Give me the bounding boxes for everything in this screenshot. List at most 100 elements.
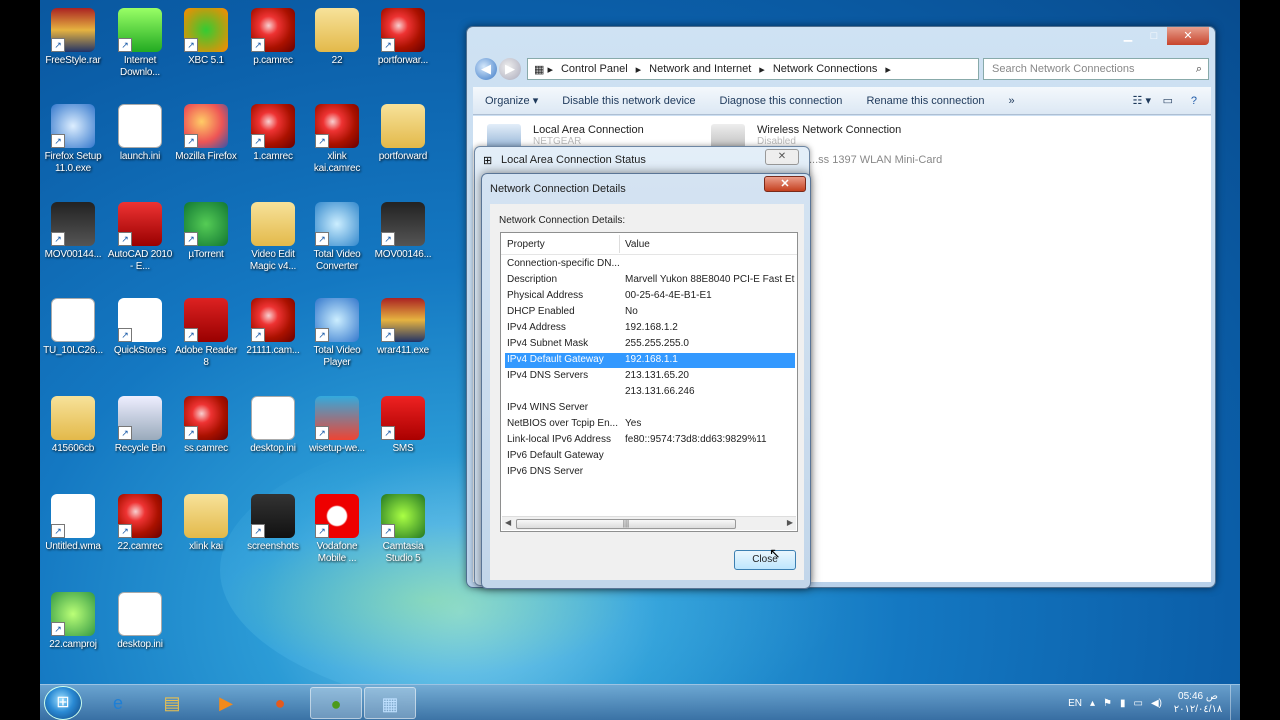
firefox-icon[interactable]: ● [254,687,306,719]
details-close-x-button[interactable]: ✕ [764,176,806,192]
desktop-shortcut[interactable]: 415606cb [40,396,106,455]
preview-pane-icon[interactable]: ▭ [1163,94,1173,107]
listview-row[interactable]: IPv4 WINS Server [505,401,795,416]
control-panel-taskbar-icon[interactable]: ▦ [364,687,416,719]
scroll-thumb[interactable]: ||| [516,519,736,529]
listview-row[interactable]: Connection-specific DN... [505,257,795,272]
desktop-shortcut[interactable]: Total Video Player [304,298,370,369]
desktop-shortcut[interactable]: Untitled.wma [40,494,106,553]
listview-row[interactable]: NetBIOS over Tcpip En... Yes [505,417,795,432]
listview-row[interactable]: IPv4 Default Gateway 192.168.1.1 [505,353,795,368]
desktop-shortcut[interactable]: Mozilla Firefox [173,104,239,163]
camtasia-taskbar-icon[interactable]: ● [310,687,362,719]
language-indicator[interactable]: EN [1068,698,1082,709]
listview-row[interactable]: IPv6 DNS Server [505,465,795,480]
search-input[interactable]: Search Network Connections ⌕ [983,58,1209,80]
column-separator[interactable] [619,235,620,253]
clock-time: 05:46 ﺹ [1178,691,1218,702]
more-commands-button[interactable]: » [996,95,1026,107]
network-icon[interactable]: ▭ [1134,698,1143,709]
details-listview[interactable]: Property Value Connection-specific DN...… [500,232,798,532]
desktop-shortcut[interactable]: Camtasia Studio 5 [370,494,436,565]
desktop-shortcut[interactable]: Adobe Reader 8 [173,298,239,369]
folder-icon [184,494,228,538]
desktop-shortcut[interactable]: 22.camrec [107,494,173,553]
show-hidden-icons[interactable]: ▴ [1090,698,1095,709]
listview-row[interactable]: Physical Address 00-25-64-4E-B1-E1 [505,289,795,304]
rename-button[interactable]: Rename this connection [854,95,996,107]
desktop-shortcut[interactable]: portforward [370,104,436,163]
desktop-shortcut[interactable]: 22 [304,8,370,67]
power-icon[interactable]: ▮ [1120,698,1126,709]
clock[interactable]: 05:46 ﺹ ٢٠١٢/٠٤/١٨ [1166,690,1230,716]
desktop-shortcut[interactable]: ss.camrec [173,396,239,455]
scroll-left-icon[interactable]: ◀ [505,518,511,527]
close-button[interactable]: Close [734,550,796,570]
listview-row[interactable]: IPv6 Default Gateway [505,449,795,464]
desktop-shortcut[interactable]: xlink kai [173,494,239,553]
camrec-icon [251,8,295,52]
desktop-shortcut[interactable]: Total Video Converter [304,202,370,273]
desktop-shortcut[interactable]: Internet Downlo... [107,8,173,79]
windows-explorer-icon[interactable]: ▤ [146,687,198,719]
desktop-shortcut[interactable]: µTorrent [173,202,239,261]
scroll-right-icon[interactable]: ▶ [787,518,793,527]
diagnose-button[interactable]: Diagnose this connection [708,95,855,107]
listview-row[interactable]: Description Marvell Yukon 88E8040 PCI-E F… [505,273,795,288]
desktop-shortcut[interactable]: p.camrec [240,8,306,67]
desktop-shortcut[interactable]: 1.camrec [240,104,306,163]
desktop-shortcut[interactable]: xlink kai.camrec [304,104,370,175]
listview-row[interactable]: IPv4 Address 192.168.1.2 [505,321,795,336]
breadcrumb-item[interactable]: Network Connections [773,63,878,75]
disable-device-button[interactable]: Disable this network device [550,95,707,107]
maximize-button[interactable]: □ [1141,27,1167,45]
status-close-button[interactable]: ✕ [765,149,799,165]
media-player-icon[interactable]: ▶ [200,687,252,719]
horizontal-scrollbar[interactable]: ◀ ||| ▶ [502,516,796,530]
desktop-shortcut[interactable]: MOV00146... [370,202,436,261]
desktop-shortcut[interactable]: Recycle Bin [107,396,173,455]
listview-row[interactable]: 213.131.66.246 [505,385,795,400]
breadcrumb-item[interactable]: Network and Internet [649,63,751,75]
listview-row[interactable]: Link-local IPv6 Address fe80::9574:73d8:d… [505,433,795,448]
desktop-shortcut[interactable]: Vodafone Mobile ... [304,494,370,565]
desktop-shortcut[interactable]: MOV00144... [40,202,106,261]
desktop-shortcut[interactable]: Video Edit Magic v4... [240,202,306,273]
desktop-shortcut[interactable]: wrar411.exe [370,298,436,357]
show-desktop-button[interactable] [1230,685,1240,720]
listview-row[interactable]: IPv4 Subnet Mask 255.255.255.0 [505,337,795,352]
organize-menu[interactable]: Organize ▾ [473,94,550,107]
back-button[interactable]: ◀ [475,58,497,80]
minimize-button[interactable]: ▁ [1115,27,1141,45]
help-icon[interactable]: ? [1191,95,1197,107]
close-window-button[interactable]: ✕ [1167,27,1209,45]
view-options-icon[interactable]: ☷ ▾ [1133,94,1151,107]
address-bar[interactable]: ▦ ▸ Control Panel ▸ Network and Internet… [527,58,979,80]
desktop-shortcut[interactable]: SMS [370,396,436,455]
listview-row[interactable]: IPv4 DNS Servers 213.131.65.20 [505,369,795,384]
desktop-shortcut[interactable]: QuickStores [107,298,173,357]
desktop-shortcut[interactable]: desktop.ini [240,396,306,455]
desktop-shortcut[interactable]: XBC 5.1 [173,8,239,67]
desktop-shortcut[interactable]: 22.camproj [40,592,106,651]
column-header-property[interactable]: Property [507,239,545,250]
action-center-icon[interactable]: ⚑ [1103,698,1112,709]
desktop-shortcut[interactable]: FreeStyle.rar [40,8,106,67]
desktop-shortcut[interactable]: wisetup-we... [304,396,370,455]
listview-row[interactable]: DHCP Enabled No [505,305,795,320]
column-header-value[interactable]: Value [625,239,650,250]
desktop-shortcut[interactable]: portforwar... [370,8,436,67]
desktop-shortcut[interactable]: Firefox Setup 11.0.exe [40,104,106,175]
desktop-shortcut[interactable]: launch.ini [107,104,173,163]
breadcrumb-separator: ▸ [759,63,765,76]
desktop-shortcut[interactable]: screenshots [240,494,306,553]
start-button[interactable]: ⊞ [44,686,82,720]
forward-button[interactable]: ▶ [499,58,521,80]
desktop-shortcut[interactable]: AutoCAD 2010 - E... [107,202,173,273]
internet-explorer-icon[interactable]: e [92,687,144,719]
desktop-shortcut[interactable]: TU_10LC26... [40,298,106,357]
desktop-shortcut[interactable]: desktop.ini [107,592,173,651]
volume-icon[interactable]: ◀) [1151,698,1162,709]
desktop-shortcut[interactable]: 21111.cam... [240,298,306,357]
breadcrumb-item[interactable]: Control Panel [561,63,628,75]
